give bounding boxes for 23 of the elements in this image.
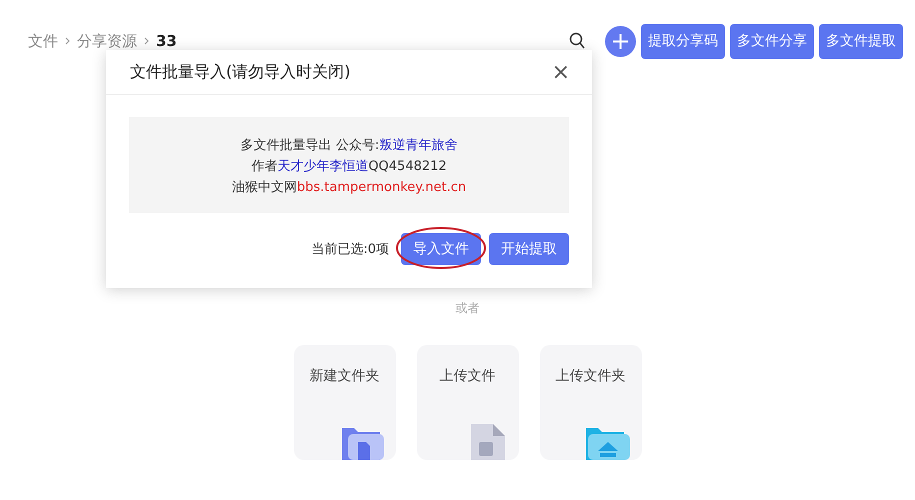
- close-button[interactable]: ×: [552, 60, 570, 84]
- info-line: 多文件批量导出 公众号:叛逆青年旅舍: [240, 137, 458, 155]
- add-button[interactable]: +: [605, 26, 636, 56]
- action-card[interactable]: 上传文件夹: [540, 345, 642, 460]
- info-line: 油猴中文网bbs.tampermonkey.net.cn: [230, 179, 468, 197]
- action-card[interactable]: 上传文件: [416, 345, 518, 460]
- info-line: 作者天才少年李恒道QQ4548212: [250, 158, 448, 176]
- chevron-icon: [144, 37, 149, 45]
- selection-status: 当前已选:0项: [311, 241, 389, 258]
- action-card[interactable]: 新建文件夹: [294, 345, 396, 460]
- info-text-area[interactable]: 多文件批量导出 公众号:叛逆青年旅舍 作者天才少年李恒道QQ4548212 油猴中文网bbs.tampermonkey.net.cn: [129, 117, 569, 213]
- dialog-title: 文件批量导入(请勿导入时关闭): [130, 62, 350, 82]
- chevron-icon: [65, 37, 70, 45]
- toolbar-button[interactable]: 提取分享码: [641, 24, 725, 58]
- breadcrumb-item[interactable]: 33: [156, 32, 177, 50]
- toolbar-button[interactable]: 多文件分享: [730, 24, 814, 58]
- toolbar-button[interactable]: 多文件提取: [819, 24, 903, 58]
- breadcrumb-item[interactable]: 分享资源: [77, 32, 137, 50]
- search-icon[interactable]: [569, 32, 585, 50]
- dialog-button[interactable]: 导入文件: [401, 233, 481, 265]
- breadcrumb-item[interactable]: 文件: [28, 32, 58, 50]
- separator-text: 或者: [456, 300, 480, 317]
- dialog-button[interactable]: 开始提取: [489, 233, 569, 265]
